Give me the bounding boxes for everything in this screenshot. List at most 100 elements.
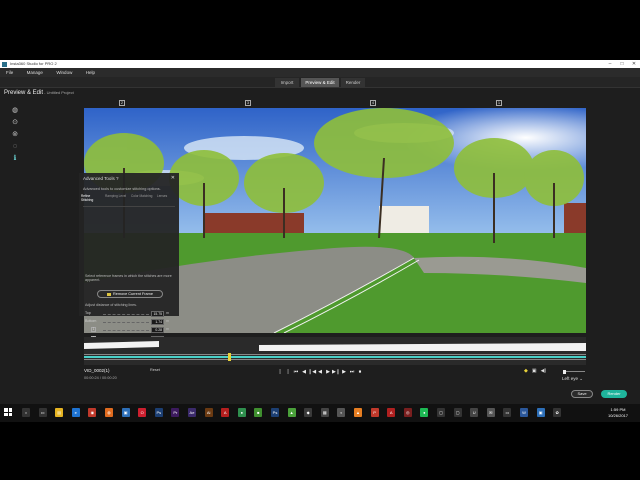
photoshop2-icon[interactable]: Ps [271, 408, 279, 417]
lens-marker-2[interactable]: 2 [119, 100, 125, 106]
audio-waveform [84, 341, 586, 360]
camera-icon[interactable]: ⊚ [10, 130, 20, 140]
tab-preview-edit[interactable]: Preview & Edit [301, 78, 339, 87]
go-end-button[interactable]: ⏭ [348, 368, 356, 376]
info-icon[interactable]: ◌ [10, 142, 20, 152]
app6-icon[interactable]: ▢ [437, 408, 445, 417]
clip-name: VID_0002(1) [84, 368, 110, 373]
rewind-button[interactable]: ◀ [300, 368, 308, 376]
reverse-play-button[interactable]: ◀ [316, 368, 324, 376]
chrome-icon[interactable]: ◉ [88, 408, 97, 417]
step-forward-button[interactable]: ▶❙ [332, 368, 340, 376]
firefox-icon[interactable]: ◍ [105, 408, 113, 417]
volume-slider[interactable] [563, 369, 585, 374]
tab-ramping-level[interactable]: Ramping Level [105, 194, 127, 199]
save-button[interactable]: Save [571, 390, 593, 398]
mode-tabs: Import Preview & Edit Render [0, 77, 640, 88]
illustrator-icon[interactable]: Ai [204, 408, 213, 417]
word-icon[interactable]: W [520, 408, 528, 417]
app-logo-icon [2, 61, 7, 67]
render-button[interactable]: Render [601, 390, 627, 398]
menu-window[interactable]: Window [50, 68, 78, 77]
premiere-icon[interactable]: Pr [171, 408, 180, 417]
go-start-button[interactable]: ⏮ [292, 368, 300, 376]
globe-icon[interactable]: ◍ [10, 106, 20, 116]
tab-color-matching[interactable]: Color Matching [131, 194, 153, 199]
volume-knob[interactable] [563, 369, 566, 374]
slider-track[interactable] [103, 321, 149, 323]
playhead-handle[interactable] [228, 353, 231, 361]
app9-icon[interactable]: ▭ [503, 408, 512, 417]
menu-file[interactable]: File [0, 68, 19, 77]
panel-close-button[interactable]: ✕ [171, 175, 175, 181]
tab-lenses[interactable]: Lenses [157, 194, 179, 199]
volume-icon[interactable]: ◀) [541, 368, 547, 374]
calc-icon[interactable]: ▦ [320, 408, 329, 417]
app4-icon[interactable]: ◐ [337, 408, 346, 417]
side-toolbar: ◍ ⊙ ⊚ ◌ ℹ [10, 106, 22, 166]
fast-forward-button[interactable]: ▶ [340, 368, 348, 376]
slider-label: Top [85, 311, 91, 315]
slider-track[interactable] [103, 313, 149, 315]
slider-value[interactable]: 1.74 [151, 318, 164, 325]
app8-icon[interactable]: ✉ [486, 408, 495, 417]
lens-marker-4[interactable]: 4 [370, 100, 376, 106]
lens-marker-1[interactable]: 1 [496, 100, 502, 106]
menu-help[interactable]: Help [80, 68, 101, 77]
minimize-button[interactable]: – [604, 60, 616, 68]
stop-button[interactable]: ⏹ [356, 368, 364, 376]
green2-icon[interactable]: ▲ [287, 408, 296, 417]
lens-marker-3[interactable]: 3 [245, 100, 251, 106]
app5-icon[interactable]: ◎ [403, 408, 412, 417]
ppt-icon[interactable]: P [370, 408, 379, 417]
close-button[interactable]: ✕ [628, 60, 640, 68]
out-point-button[interactable]: | [284, 368, 292, 376]
store-icon[interactable]: ▣ [121, 408, 130, 417]
slider-value[interactable]: 15.75 [151, 310, 164, 317]
breadcrumb: Preview & Edit - Untitled Project [4, 90, 74, 96]
tab-render[interactable]: Render [341, 78, 365, 87]
in-point-button[interactable]: | [276, 368, 284, 376]
aftereffects-icon[interactable]: Ae [188, 408, 196, 417]
app10-icon[interactable]: ▣ [536, 408, 545, 417]
reset-button[interactable]: Reset [150, 368, 160, 372]
slider-value[interactable]: 0.28 [151, 326, 164, 333]
help-icon[interactable]: ? [116, 176, 119, 181]
acrobat-icon[interactable]: A [221, 408, 230, 417]
transport-controls: | | ⏮ ◀ ❙◀ ◀ ▶ ▶❙ ▶ ⏭ ⏹ [276, 368, 364, 376]
play-button[interactable]: ▶ [324, 368, 332, 376]
app3-icon[interactable]: ◆ [304, 408, 313, 417]
remove-current-frame-button[interactable]: Remove Current Frame [97, 290, 163, 298]
clock-date: 10/26/2017 [607, 412, 629, 418]
timeline[interactable] [84, 337, 586, 365]
taskview-icon[interactable]: ▭ [38, 408, 47, 417]
step-back-button[interactable]: ❙◀ [308, 368, 316, 376]
tab-refine-stitching[interactable]: Refine Stitching [81, 194, 103, 202]
app-icon[interactable]: ● [237, 408, 246, 417]
view-mode-select[interactable]: Left eye ⌄ [562, 376, 583, 382]
edge-icon[interactable]: e [71, 408, 80, 417]
maximize-button[interactable]: □ [616, 60, 628, 68]
vlc-icon[interactable]: ▲ [354, 408, 362, 417]
spotify-icon[interactable]: ● [420, 408, 429, 417]
search-icon[interactable]: ○ [22, 408, 30, 417]
slider-unit: m [166, 327, 169, 331]
marker-icon[interactable]: ◆ [524, 368, 528, 374]
camera-icon[interactable]: ▣ [532, 368, 537, 374]
opera-icon[interactable]: O [138, 408, 147, 417]
start-button[interactable] [4, 408, 12, 416]
app7-icon[interactable]: ▢ [453, 408, 462, 417]
app11-icon[interactable]: ✿ [553, 408, 562, 417]
greenapp-icon[interactable]: ■ [254, 408, 263, 417]
insta360-icon[interactable]: U [470, 408, 479, 417]
menu-manage[interactable]: Manage [21, 68, 49, 77]
pdf-icon[interactable]: A [387, 408, 396, 417]
tab-import[interactable]: Import [275, 78, 299, 87]
explorer-icon[interactable]: ▤ [55, 408, 64, 417]
timeline-progress[interactable] [84, 356, 586, 358]
slider-track[interactable] [103, 329, 149, 331]
panel-title: Advanced Tools ? [83, 176, 119, 181]
photoshop-icon[interactable]: Ps [154, 408, 163, 417]
stitch-tool-icon[interactable]: ℹ [10, 154, 20, 164]
target-icon[interactable]: ⊙ [10, 118, 20, 128]
